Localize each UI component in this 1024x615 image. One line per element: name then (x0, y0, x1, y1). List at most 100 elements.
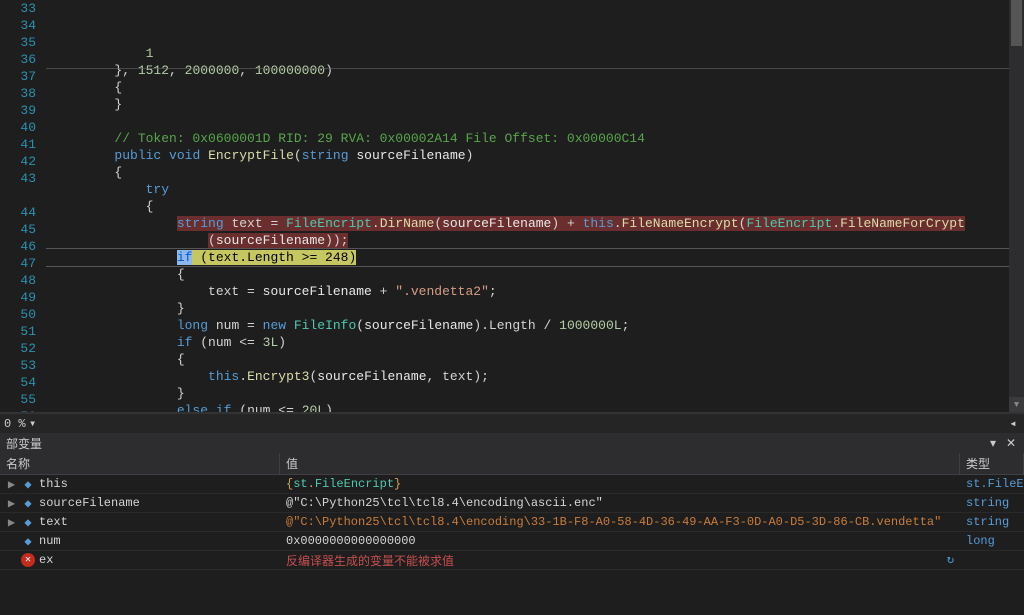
locals-cell-value: 0x0000000000000000 (280, 533, 960, 549)
line-number: 45 (0, 221, 36, 238)
line-number: 52 (0, 340, 36, 357)
column-header-value[interactable]: 值 (280, 453, 960, 474)
ruler-line (46, 68, 1024, 69)
locals-row[interactable]: ◆ num 0x0000000000000000long (0, 532, 1024, 551)
variable-name: num (39, 534, 61, 548)
locals-row[interactable]: ▶ ◆ this {st.FileEncript}st.FileEr (0, 475, 1024, 494)
locals-row[interactable]: ▶ ◆ text @"C:\Python25\tcl\tcl8.4\encoding\… (0, 513, 1024, 532)
locals-panel-title: 部变量 (6, 435, 42, 452)
line-number: 54 (0, 374, 36, 391)
locals-cell-value: @"C:\Python25\tcl\tcl8.4\encoding\33-1B-… (280, 514, 960, 530)
scrollbar-arrow-down-icon[interactable]: ▾ (1009, 397, 1024, 412)
line-number: 33 (0, 0, 36, 17)
line-number: 40 (0, 119, 36, 136)
refresh-icon[interactable]: ↻ (947, 552, 954, 567)
code-line[interactable]: } (46, 96, 1024, 113)
variable-name: sourceFilename (39, 496, 140, 510)
line-number: 37 (0, 68, 36, 85)
code-line[interactable]: // Token: 0x0600001D RID: 29 RVA: 0x0000… (46, 130, 1024, 147)
code-line[interactable]: if (text.Length >= 248) (46, 249, 1024, 266)
code-line[interactable]: { (46, 351, 1024, 368)
code-line[interactable]: { (46, 198, 1024, 215)
locals-cell-value: {st.FileEncript} (280, 476, 960, 492)
code-line[interactable]: { (46, 79, 1024, 96)
code-line[interactable]: } (46, 300, 1024, 317)
locals-cell-type: long (960, 533, 1024, 549)
variable-icon: ◆ (21, 516, 35, 528)
line-number: 38 (0, 85, 36, 102)
code-line[interactable]: string text = FileEncript.DirName(source… (46, 215, 1024, 232)
locals-cell-name: ◆ num (0, 533, 280, 549)
line-number: 48 (0, 272, 36, 289)
expander-icon[interactable]: ▶ (6, 496, 17, 511)
code-line[interactable]: 1 (46, 45, 1024, 62)
expander-icon[interactable]: ▶ (6, 477, 17, 492)
zoom-level: 0 % (4, 417, 26, 431)
locals-cell-name: ▶ ◆ text (0, 514, 280, 531)
vertical-scrollbar[interactable]: ▾ (1009, 0, 1024, 412)
line-number: 34 (0, 17, 36, 34)
column-header-type[interactable]: 类型 (960, 453, 1024, 474)
error-icon: ✕ (21, 553, 35, 567)
code-editor[interactable]: 3334353637383940414243 44454647484950515… (0, 0, 1024, 413)
variable-icon: ◆ (21, 497, 35, 509)
code-line[interactable] (46, 113, 1024, 130)
code-area[interactable]: 1 }, 1512, 2000000, 100000000) { } // To… (46, 0, 1024, 412)
line-number: 53 (0, 357, 36, 374)
line-number: 49 (0, 289, 36, 306)
variable-name: this (39, 477, 68, 491)
code-line[interactable]: public void EncryptFile(string sourceFil… (46, 147, 1024, 164)
code-line[interactable]: else if (num <= 20L) (46, 402, 1024, 412)
code-line[interactable]: }, 1512, 2000000, 100000000) (46, 62, 1024, 79)
code-line[interactable]: if (num <= 3L) (46, 334, 1024, 351)
code-line[interactable]: text = sourceFilename + ".vendetta2"; (46, 283, 1024, 300)
line-number: 46 (0, 238, 36, 255)
code-line[interactable]: } (46, 385, 1024, 402)
line-number (0, 187, 36, 204)
code-line[interactable]: long num = new FileInfo(sourceFilename).… (46, 317, 1024, 334)
locals-cell-name: ✕ ex (0, 552, 280, 568)
locals-cell-value: 反编译器生成的变量不能被求值 ↻ (280, 551, 960, 570)
close-icon[interactable]: ✕ (1004, 436, 1018, 450)
line-number: 56 (0, 408, 36, 413)
variable-name: ex (39, 553, 53, 567)
code-line[interactable]: { (46, 266, 1024, 283)
variable-name: text (39, 515, 68, 529)
expander-icon[interactable]: ▶ (6, 515, 17, 530)
zoom-bar: 0 % ▾ ◂ (0, 413, 1024, 433)
locals-cell-type: string (960, 495, 1024, 511)
line-number: 51 (0, 323, 36, 340)
locals-grid-header: 名称 值 类型 (0, 453, 1024, 475)
line-number: 42 (0, 153, 36, 170)
variable-icon: ◆ (21, 478, 35, 490)
locals-panel: 部变量 ▾ ✕ 名称 值 类型 ▶◆this{st.FileEncript}st… (0, 433, 1024, 615)
locals-cell-type (960, 559, 1024, 561)
variable-icon: ◆ (21, 535, 35, 547)
line-number: 55 (0, 391, 36, 408)
code-line[interactable]: { (46, 164, 1024, 181)
locals-row[interactable]: ▶ ◆ sourceFilename @"C:\Python25\tcl\tcl8.4… (0, 494, 1024, 513)
column-header-name[interactable]: 名称 (0, 453, 280, 474)
pin-icon[interactable]: ▾ (986, 436, 1000, 450)
locals-grid-body[interactable]: ▶ ◆ this {st.FileEncript}st.FileEr ▶ ◆ sourceF… (0, 475, 1024, 615)
hscroll-arrow-left-icon[interactable]: ◂ (1006, 416, 1020, 431)
locals-cell-type: string (960, 514, 1024, 530)
zoom-dropdown-icon[interactable]: ▾ (26, 416, 40, 431)
code-line[interactable]: this.Encrypt3(sourceFilename, text); (46, 368, 1024, 385)
line-number-gutter: 3334353637383940414243 44454647484950515… (0, 0, 46, 412)
code-line-wrap[interactable]: (sourceFilename)); (46, 232, 1024, 249)
line-number: 39 (0, 102, 36, 119)
locals-cell-name: ▶ ◆ this (0, 476, 280, 493)
scrollbar-thumb[interactable] (1011, 0, 1022, 46)
code-line[interactable]: try (46, 181, 1024, 198)
line-number: 43 (0, 170, 36, 187)
locals-cell-value: @"C:\Python25\tcl\tcl8.4\encoding\ascii.… (280, 495, 960, 511)
line-number: 50 (0, 306, 36, 323)
locals-cell-type: st.FileEr (960, 476, 1024, 492)
line-number: 36 (0, 51, 36, 68)
line-number: 47 (0, 255, 36, 272)
locals-cell-name: ▶ ◆ sourceFilename (0, 495, 280, 512)
locals-row[interactable]: ✕ ex 反编译器生成的变量不能被求值 ↻ (0, 551, 1024, 570)
locals-panel-titlebar: 部变量 ▾ ✕ (0, 433, 1024, 453)
line-number: 35 (0, 34, 36, 51)
